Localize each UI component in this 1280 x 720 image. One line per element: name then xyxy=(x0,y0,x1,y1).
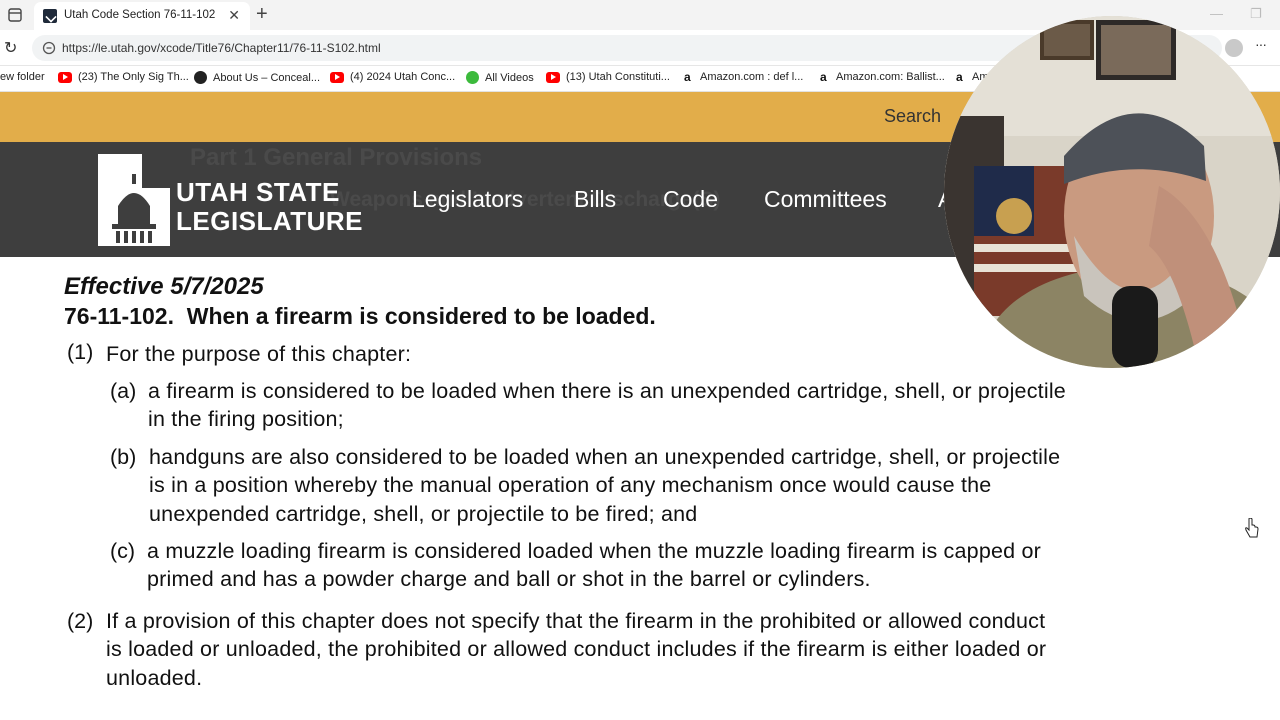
site-logo-text[interactable]: UTAH STATE LEGISLATURE xyxy=(176,178,363,236)
text-line: a muzzle loading firearm is considered l… xyxy=(147,539,1041,563)
presenter-webcam-image xyxy=(944,16,1280,368)
bookmark-label: All Videos xyxy=(485,71,534,84)
text-line: a firearm is considered to be loaded whe… xyxy=(148,379,1066,403)
text-line: is in a position whereby the manual oper… xyxy=(149,473,992,498)
browser-menu-icon[interactable]: ··· xyxy=(1255,36,1267,52)
bookmark-label: Amazon.com : def l... xyxy=(700,71,804,83)
hand-cursor-icon xyxy=(1245,518,1259,538)
nav-legislators[interactable]: Legislators xyxy=(412,186,523,213)
item-letter: (c) xyxy=(110,539,136,563)
subsection-text: For the purpose of this chapter: xyxy=(106,342,412,366)
nav-committees[interactable]: Committees xyxy=(764,186,887,213)
url-text: https://le.utah.gov/xcode/Title76/Chapte… xyxy=(62,41,381,55)
section-title: When a firearm is considered to be loade… xyxy=(186,303,656,329)
bookmark-item[interactable]: (4) 2024 Utah Conc... xyxy=(330,71,455,83)
bookmark-item[interactable]: (13) Utah Constituti... xyxy=(546,71,670,83)
youtube-icon xyxy=(546,71,560,83)
webcam-overlay xyxy=(944,16,1280,368)
bookmark-folder[interactable]: ew folder xyxy=(0,71,45,83)
capitol-logo-icon[interactable] xyxy=(98,154,172,246)
minimize-icon[interactable]: — xyxy=(1210,6,1223,21)
text-line: unexpended cartridge, shell, or projecti… xyxy=(149,501,698,526)
item-letter: (a) xyxy=(110,379,137,403)
text-line: in the firing position; xyxy=(148,407,344,432)
bookmark-label: ew folder xyxy=(0,71,45,83)
logo-line-2: LEGISLATURE xyxy=(176,206,364,236)
subsection-number: (2) xyxy=(67,609,94,633)
nav-code[interactable]: Code xyxy=(663,186,718,213)
play-icon xyxy=(466,71,479,84)
bookmark-label: (23) The Only Sig Th... xyxy=(78,71,189,83)
logo-line-1: UTAH STATE xyxy=(176,177,340,207)
new-tab-button[interactable]: + xyxy=(256,3,268,25)
site-info-icon[interactable] xyxy=(42,41,56,55)
bookmark-item[interactable]: a Amazon.com: Ballist... xyxy=(820,69,945,84)
site-icon xyxy=(194,71,207,84)
subsection-number: (1) xyxy=(67,340,94,364)
item-text-a: a firearm is considered to be loaded whe… xyxy=(148,377,1066,434)
text-line: If a provision of this chapter does not … xyxy=(106,609,1046,633)
text-line: primed and has a powder charge and ball … xyxy=(147,567,871,592)
active-tab[interactable]: Utah Code Section 76-11-102 ✕ xyxy=(34,2,250,30)
section-heading: 76-11-102. When a firearm is considered … xyxy=(64,303,656,330)
bookmark-label: (4) 2024 Utah Conc... xyxy=(350,71,456,83)
bookmark-item[interactable]: (23) The Only Sig Th... xyxy=(58,71,189,83)
profile-avatar[interactable] xyxy=(1225,39,1243,57)
item-letter: (b) xyxy=(110,445,137,469)
tab-title: Utah Code Section 76-11-102 xyxy=(64,9,216,21)
utah-legislature-favicon-icon xyxy=(43,9,57,23)
text-line: handguns are also considered to be loade… xyxy=(149,445,1061,469)
text-line: unloaded. xyxy=(106,665,203,690)
amazon-icon: a xyxy=(684,69,691,84)
bookmark-item[interactable]: All Videos xyxy=(466,71,534,84)
amazon-icon: a xyxy=(956,69,963,84)
subsection-text-2: If a provision of this chapter does not … xyxy=(106,607,1046,692)
bookmark-label: (13) Utah Constituti... xyxy=(566,71,670,83)
tab-actions-icon[interactable] xyxy=(6,6,24,24)
section-number: 76-11-102. xyxy=(64,303,174,329)
restore-icon[interactable]: ❐ xyxy=(1250,6,1262,22)
bookmark-label: About Us – Conceal... xyxy=(213,71,321,84)
bookmark-item[interactable]: a Amazon.com : def l... xyxy=(684,69,804,84)
ghost-breadcrumb: Part 1 General Provisions xyxy=(190,144,483,171)
youtube-icon xyxy=(58,71,72,83)
bookmark-item[interactable]: About Us – Conceal... xyxy=(194,71,320,84)
ghost-breadcrumb: Weapons and Inadvertent Discharge(S) xyxy=(330,188,721,211)
item-text-c: a muzzle loading firearm is considered l… xyxy=(147,537,1041,594)
item-text-b: handguns are also considered to be loade… xyxy=(149,443,1060,528)
reload-icon[interactable]: ↻ xyxy=(4,38,17,58)
nav-bills[interactable]: Bills xyxy=(574,186,616,213)
bookmark-label: Amazon.com: Ballist... xyxy=(836,71,945,83)
effective-date: Effective 5/7/2025 xyxy=(64,273,264,300)
youtube-icon xyxy=(330,71,344,83)
close-tab-icon[interactable]: ✕ xyxy=(228,7,240,24)
amazon-icon: a xyxy=(820,69,827,84)
search-link[interactable]: Search xyxy=(884,106,941,127)
text-line: is loaded or unloaded, the prohibited or… xyxy=(106,637,1047,662)
